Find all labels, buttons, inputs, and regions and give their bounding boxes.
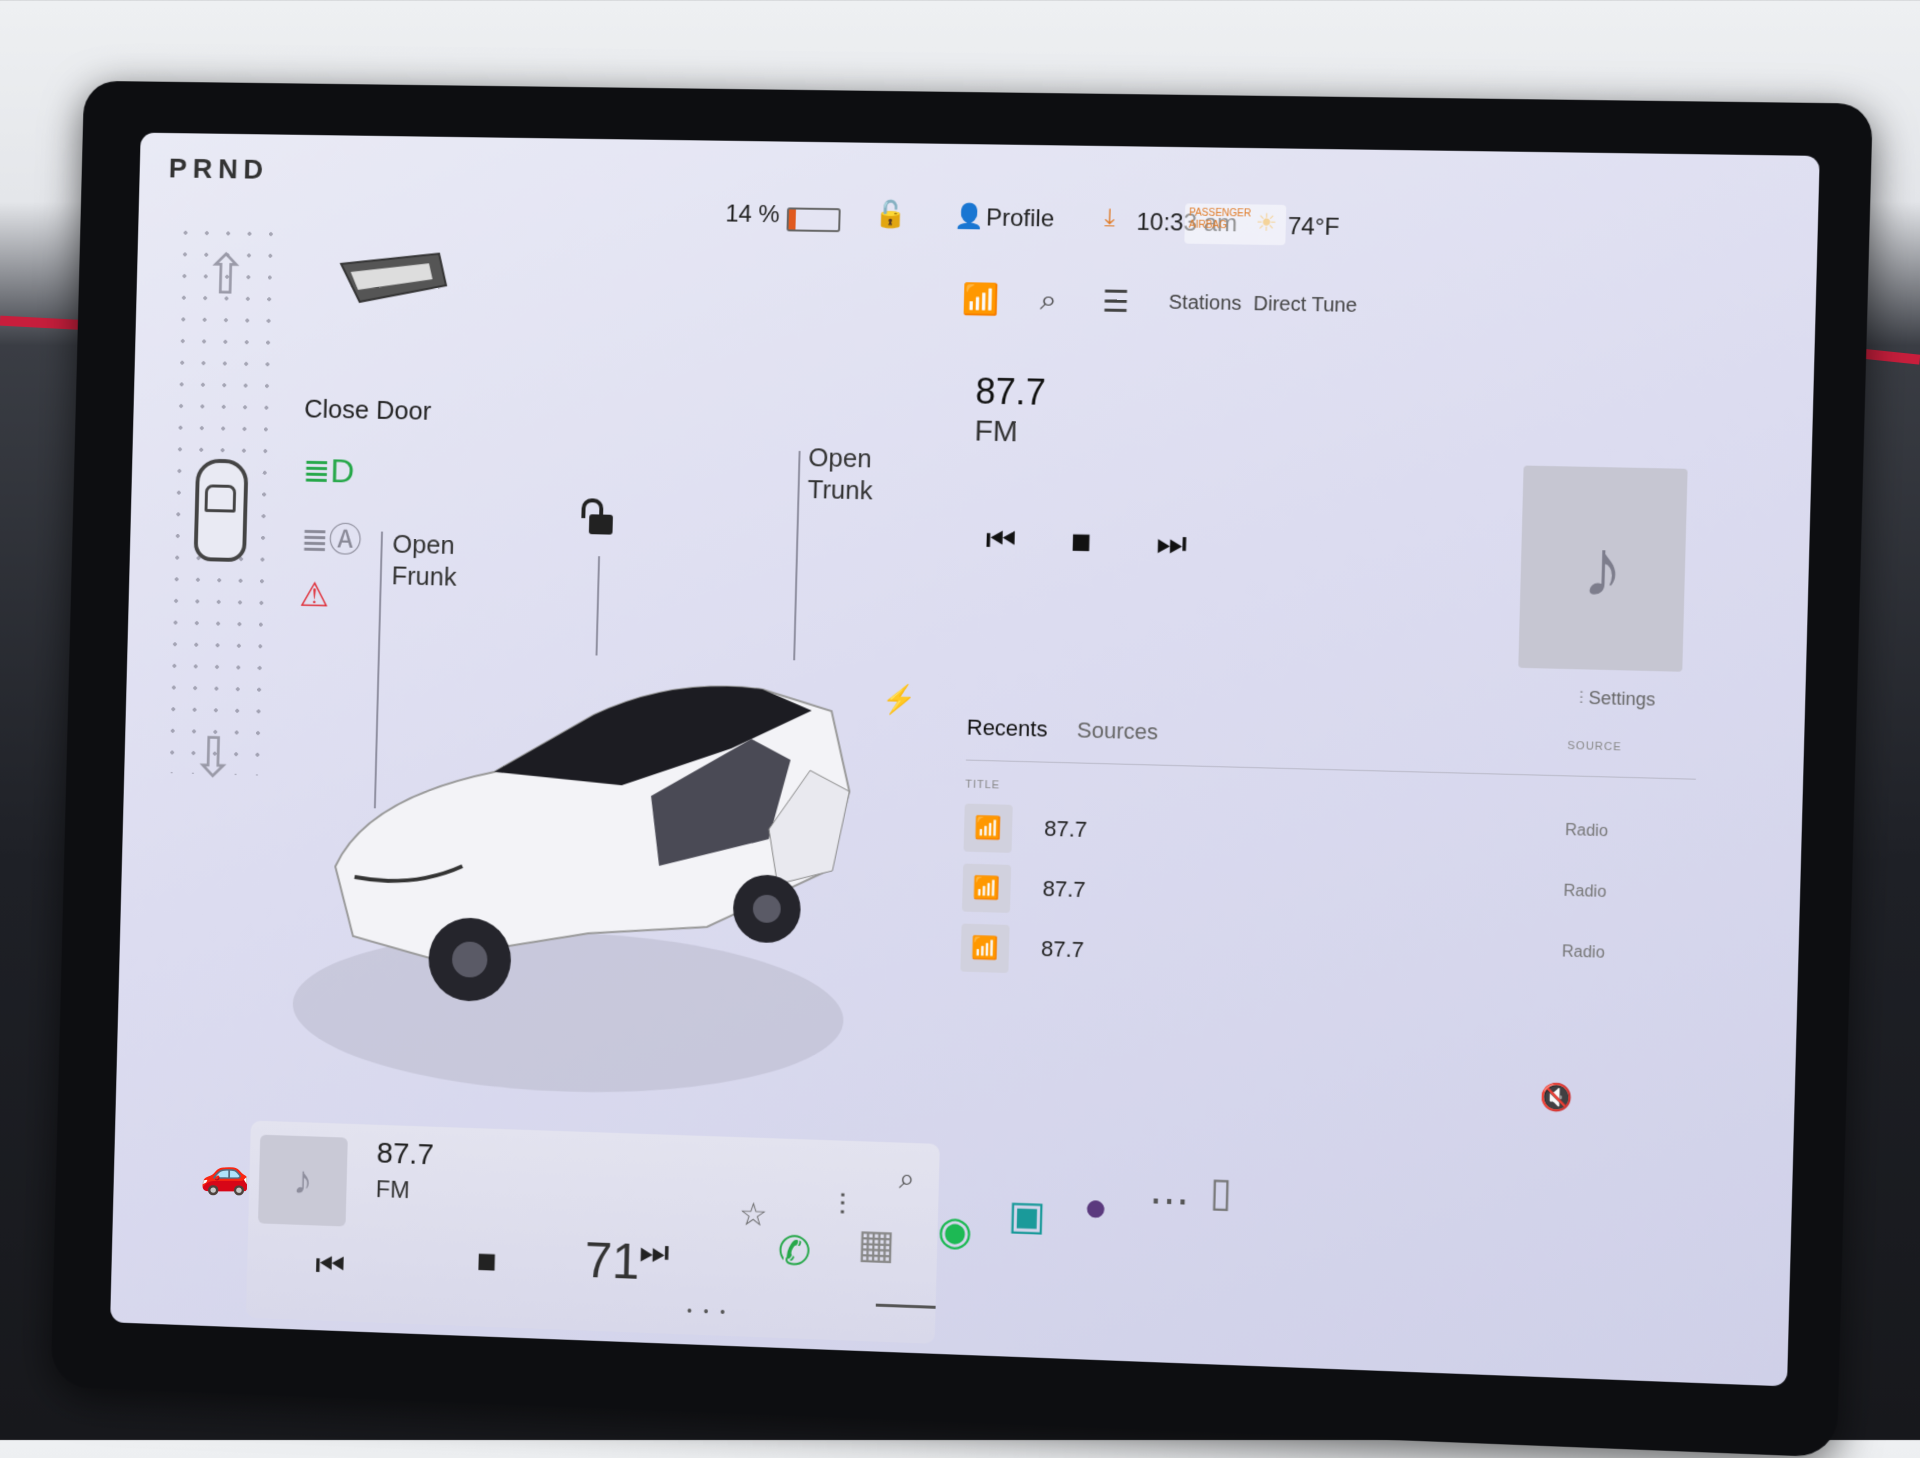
- list-item-title: 87.7: [1042, 876, 1086, 903]
- seatbelt-warning-icon: ⚠: [299, 575, 330, 615]
- auto-headlight-icon: ≣Ⓐ: [300, 512, 362, 562]
- list-item-source: Radio: [1565, 822, 1608, 841]
- radio-icon: 📶: [960, 924, 1009, 973]
- tab-sources[interactable]: Sources: [1077, 717, 1159, 745]
- tab-stations[interactable]: Stations: [1168, 292, 1242, 316]
- next-button[interactable]: ⏭: [1156, 524, 1188, 564]
- media-panel: 📶 ⌕ ☰ Stations Direct Tune 87.7 FM ⏮ ■ ⏭…: [934, 254, 1816, 1386]
- divider: [966, 760, 1696, 780]
- settings-label: Settings: [1588, 688, 1655, 710]
- equalizer-icon[interactable]: ⫶: [838, 1188, 846, 1222]
- list-item-source: Radio: [1562, 943, 1605, 962]
- column-header-title: TITLE: [965, 779, 1000, 792]
- battery-percent: 14 %: [725, 201, 780, 230]
- person-icon[interactable]: 👤: [954, 202, 985, 231]
- radio-icon: 📶: [964, 804, 1013, 853]
- speedometer: 71: [584, 1231, 640, 1291]
- more-apps-icon[interactable]: ⋯: [1148, 1177, 1190, 1225]
- now-playing-band: FM: [974, 414, 1018, 449]
- screen-bezel: PRND ⇧ ⇩ Close Door ≣D ≣Ⓐ ⚠ Open Frunk O…: [51, 81, 1873, 1458]
- mini-stop-button[interactable]: ■: [476, 1242, 497, 1281]
- battery-icon: [786, 207, 840, 232]
- close-door-button[interactable]: Close Door: [304, 394, 432, 427]
- column-header-source: SOURCE: [1567, 740, 1622, 754]
- tab-direct-tune[interactable]: Direct Tune: [1253, 293, 1357, 318]
- passenger-airbag-indicator: PASSENGER AIRBAG: [1184, 203, 1286, 245]
- car-render: [290, 629, 913, 1123]
- car-top-view-icon: [194, 459, 249, 563]
- music-note-icon: ♪: [1581, 521, 1624, 615]
- door-illustration-icon: [330, 244, 459, 325]
- mini-player-band: FM: [375, 1176, 410, 1205]
- open-frunk-button[interactable]: Open Frunk: [391, 528, 458, 593]
- tab-recents[interactable]: Recents: [966, 715, 1047, 743]
- playback-controls: ⏮ ■ ⏭: [984, 505, 1227, 591]
- arrow-up-icon[interactable]: ⇧: [202, 242, 249, 308]
- album-art: ♪: [1518, 466, 1687, 672]
- manual-icon[interactable]: ▯: [1209, 1169, 1232, 1216]
- phone-icon[interactable]: ✆: [777, 1228, 811, 1275]
- radio-icon[interactable]: 📶: [961, 282, 999, 318]
- outside-temperature: 74°F: [1287, 213, 1339, 242]
- mini-player-frequency: 87.7: [376, 1137, 434, 1173]
- radio-app-icon[interactable]: ▦: [857, 1221, 896, 1268]
- list-item-title: 87.7: [1041, 936, 1085, 963]
- music-note-icon: ♪: [258, 1135, 348, 1227]
- headlight-icon: ≣D: [302, 451, 355, 492]
- toybox-icon[interactable]: ▣: [1007, 1192, 1046, 1239]
- mute-icon[interactable]: 🔇: [1539, 1081, 1573, 1113]
- star-icon[interactable]: ☆: [739, 1195, 768, 1234]
- filter-icon[interactable]: ☰: [1102, 284, 1130, 320]
- gear-selector[interactable]: PRND: [168, 153, 269, 186]
- car-dock-icon[interactable]: 🚗: [200, 1150, 250, 1197]
- now-playing-frequency: 87.7: [975, 370, 1046, 413]
- mini-next-button[interactable]: ⏭: [639, 1233, 670, 1273]
- profile-button[interactable]: Profile: [986, 204, 1055, 233]
- mini-prev-button[interactable]: ⏮: [315, 1246, 346, 1286]
- arrow-down-icon[interactable]: ⇩: [190, 724, 237, 790]
- camera-icon[interactable]: ●: [1083, 1185, 1108, 1231]
- page-indicator: • • •: [687, 1303, 729, 1320]
- radio-icon: 📶: [962, 864, 1011, 913]
- touchscreen: PRND ⇧ ⇩ Close Door ≣D ≣Ⓐ ⚠ Open Frunk O…: [110, 133, 1820, 1387]
- dash-accent-left: [0, 316, 90, 331]
- spotify-icon[interactable]: ◉: [937, 1208, 973, 1255]
- search-icon[interactable]: ⌕: [1040, 283, 1058, 317]
- lock-icon[interactable]: [589, 514, 613, 534]
- list-item-source: Radio: [1563, 883, 1606, 902]
- trunk-leader-line: [793, 451, 800, 660]
- open-trunk-button[interactable]: Open Trunk: [807, 441, 874, 506]
- stop-button[interactable]: ■: [1070, 523, 1092, 563]
- media-settings-button[interactable]: ⫶ Settings: [1579, 688, 1656, 711]
- prev-button[interactable]: ⏮: [985, 521, 1017, 561]
- lock-status-icon[interactable]: 🔓: [874, 199, 907, 230]
- list-item-title: 87.7: [1044, 816, 1088, 843]
- mini-search-icon[interactable]: ⌕: [899, 1163, 915, 1196]
- download-icon[interactable]: ⤓: [1104, 204, 1115, 232]
